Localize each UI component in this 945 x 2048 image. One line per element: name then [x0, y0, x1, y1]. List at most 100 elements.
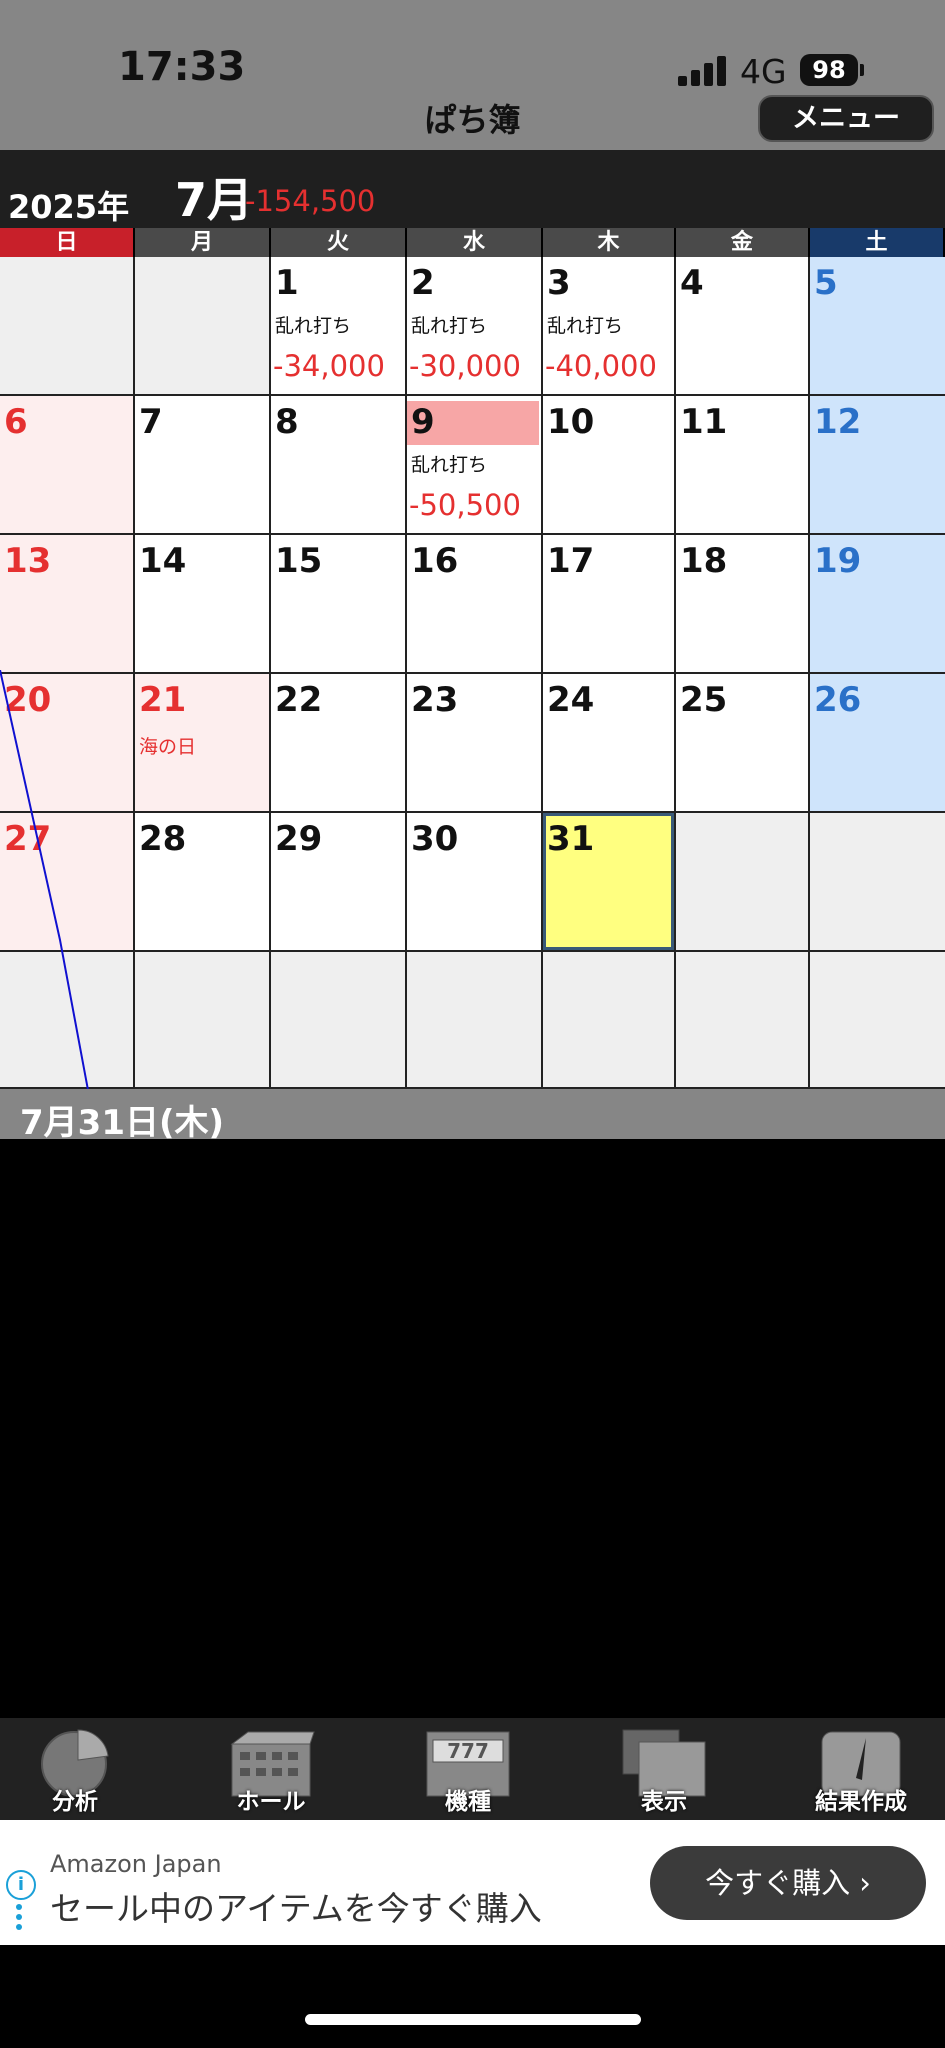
- calendar-day-2[interactable]: 2 乱れ打ち -30,000: [407, 257, 541, 394]
- day-number: 14: [139, 541, 187, 581]
- calendar-day-18[interactable]: 18: [676, 535, 808, 672]
- network-type: 4G: [740, 52, 787, 91]
- day-amount: -50,500: [409, 488, 521, 522]
- day-memo: 乱れ打ち: [411, 315, 488, 337]
- calendar-empty-cell: [810, 813, 945, 950]
- weekday-0: 日: [0, 228, 133, 257]
- battery-icon: 98: [800, 54, 858, 86]
- calendar-day-21[interactable]: 21 海の日: [135, 674, 269, 811]
- weekday-2: 火: [271, 228, 405, 257]
- calendar-day-17[interactable]: 17: [543, 535, 674, 672]
- calendar-day-28[interactable]: 28: [135, 813, 269, 950]
- calendar-empty-cell: [810, 952, 945, 1087]
- day-number: 2: [411, 263, 435, 303]
- day-number: 24: [547, 680, 595, 720]
- day-number: 31: [547, 819, 595, 859]
- calendar-day-26[interactable]: 26: [810, 674, 945, 811]
- calendar-day-19[interactable]: 19: [810, 535, 945, 672]
- calendar-empty-cell: [135, 952, 269, 1087]
- day-amount: -34,000: [273, 349, 385, 383]
- day-number: 30: [411, 819, 459, 859]
- calendar-empty-cell: [271, 952, 405, 1087]
- day-number: 5: [814, 263, 838, 303]
- calendar-day-24[interactable]: 24: [543, 674, 674, 811]
- calendar-grid: 1 乱れ打ち -34,000 2 乱れ打ち -30,000 3 乱れ打ち -40,000 4 5 6 7…: [0, 257, 945, 1089]
- calendar-day-23[interactable]: 23: [407, 674, 541, 811]
- machine-button[interactable]: 777 機種: [393, 1718, 543, 1820]
- calendar-day-9[interactable]: 9 乱れ打ち -50,500: [407, 396, 541, 533]
- calendar-empty-cell: [543, 952, 674, 1087]
- calendar-day-8[interactable]: 8: [271, 396, 405, 533]
- day-number: 12: [814, 402, 862, 442]
- day-number: 28: [139, 819, 187, 859]
- day-number: 15: [275, 541, 323, 581]
- calendar-empty-cell: [676, 952, 808, 1087]
- more-icon[interactable]: [16, 1904, 22, 1934]
- status-time: 17:33: [118, 44, 246, 90]
- day-number: 18: [680, 541, 728, 581]
- day-number: 3: [547, 263, 571, 303]
- day-number: 21: [139, 680, 187, 720]
- create-result-button[interactable]: 結果作成: [786, 1718, 936, 1820]
- day-number: 10: [547, 402, 595, 442]
- month-bar: 2025年 7月 -154,500: [0, 150, 945, 228]
- calendar-empty-cell: [135, 257, 269, 394]
- calendar-day-11[interactable]: 11: [676, 396, 808, 533]
- hall-button[interactable]: ホール: [196, 1718, 346, 1820]
- day-number: 4: [680, 263, 704, 303]
- weekday-4: 木: [543, 228, 674, 257]
- day-amount: -40,000: [545, 349, 657, 383]
- calendar-day-3[interactable]: 3 乱れ打ち -40,000: [543, 257, 674, 394]
- calendar-day-7[interactable]: 7: [135, 396, 269, 533]
- calendar-day-13[interactable]: 13: [0, 535, 133, 672]
- calendar-day-16[interactable]: 16: [407, 535, 541, 672]
- month-total: -154,500: [245, 184, 376, 218]
- calendar-day-29[interactable]: 29: [271, 813, 405, 950]
- calendar-day-14[interactable]: 14: [135, 535, 269, 672]
- calendar-day-10[interactable]: 10: [543, 396, 674, 533]
- weekday-header: 日月火水木金土: [0, 228, 945, 258]
- tool-label: ホール: [236, 1789, 306, 1815]
- day-amount: -30,000: [409, 349, 521, 383]
- day-number: 26: [814, 680, 862, 720]
- calendar-day-30[interactable]: 30: [407, 813, 541, 950]
- day-number: 8: [275, 402, 299, 442]
- day-number: 9: [411, 402, 435, 442]
- holiday-name: 海の日: [139, 736, 197, 758]
- day-number: 7: [139, 402, 163, 442]
- day-number: 23: [411, 680, 459, 720]
- calendar-day-6[interactable]: 6: [0, 396, 133, 533]
- calendar-day-5[interactable]: 5: [810, 257, 945, 394]
- day-number: 17: [547, 541, 595, 581]
- day-number: 6: [4, 402, 28, 442]
- calendar-day-15[interactable]: 15: [271, 535, 405, 672]
- weekday-6: 土: [810, 228, 943, 257]
- weekday-3: 水: [407, 228, 541, 257]
- calendar-day-4[interactable]: 4: [676, 257, 808, 394]
- day-memo: 乱れ打ち: [547, 315, 624, 337]
- day-memo: 乱れ打ち: [275, 315, 352, 337]
- day-number: 1: [275, 263, 299, 303]
- info-icon[interactable]: i: [6, 1870, 36, 1900]
- calendar-day-31[interactable]: 31: [543, 813, 674, 950]
- trend-line: [0, 670, 89, 1090]
- calendar-day-1[interactable]: 1 乱れ打ち -34,000: [271, 257, 405, 394]
- day-number: 16: [411, 541, 459, 581]
- selected-date-bar: 7月31日(木): [0, 1089, 945, 1143]
- ad-banner[interactable]: i Amazon Japan セール中のアイテムを今すぐ購入 今すぐ購入 ›: [0, 1820, 945, 1945]
- tool-label: 機種: [445, 1789, 491, 1815]
- analysis-button[interactable]: 分析: [0, 1718, 150, 1820]
- calendar-day-22[interactable]: 22: [271, 674, 405, 811]
- day-number: 19: [814, 541, 862, 581]
- display-button[interactable]: 表示: [589, 1718, 739, 1820]
- calendar-day-12[interactable]: 12: [810, 396, 945, 533]
- calendar-day-25[interactable]: 25: [676, 674, 808, 811]
- menu-button[interactable]: メニュー: [758, 95, 934, 142]
- bottom-toolbar: 分析 ホール 777 機種 表示 結果作成: [0, 1718, 945, 1820]
- month-label[interactable]: 7月: [175, 164, 253, 230]
- battery-nub: [860, 64, 864, 76]
- status-bar: 17:33 4G 98 ぱち簿 メニュー: [0, 0, 945, 150]
- home-indicator[interactable]: [305, 2014, 641, 2025]
- ad-buy-button[interactable]: 今すぐ購入 ›: [650, 1846, 926, 1920]
- svg-text:777: 777: [447, 1739, 489, 1763]
